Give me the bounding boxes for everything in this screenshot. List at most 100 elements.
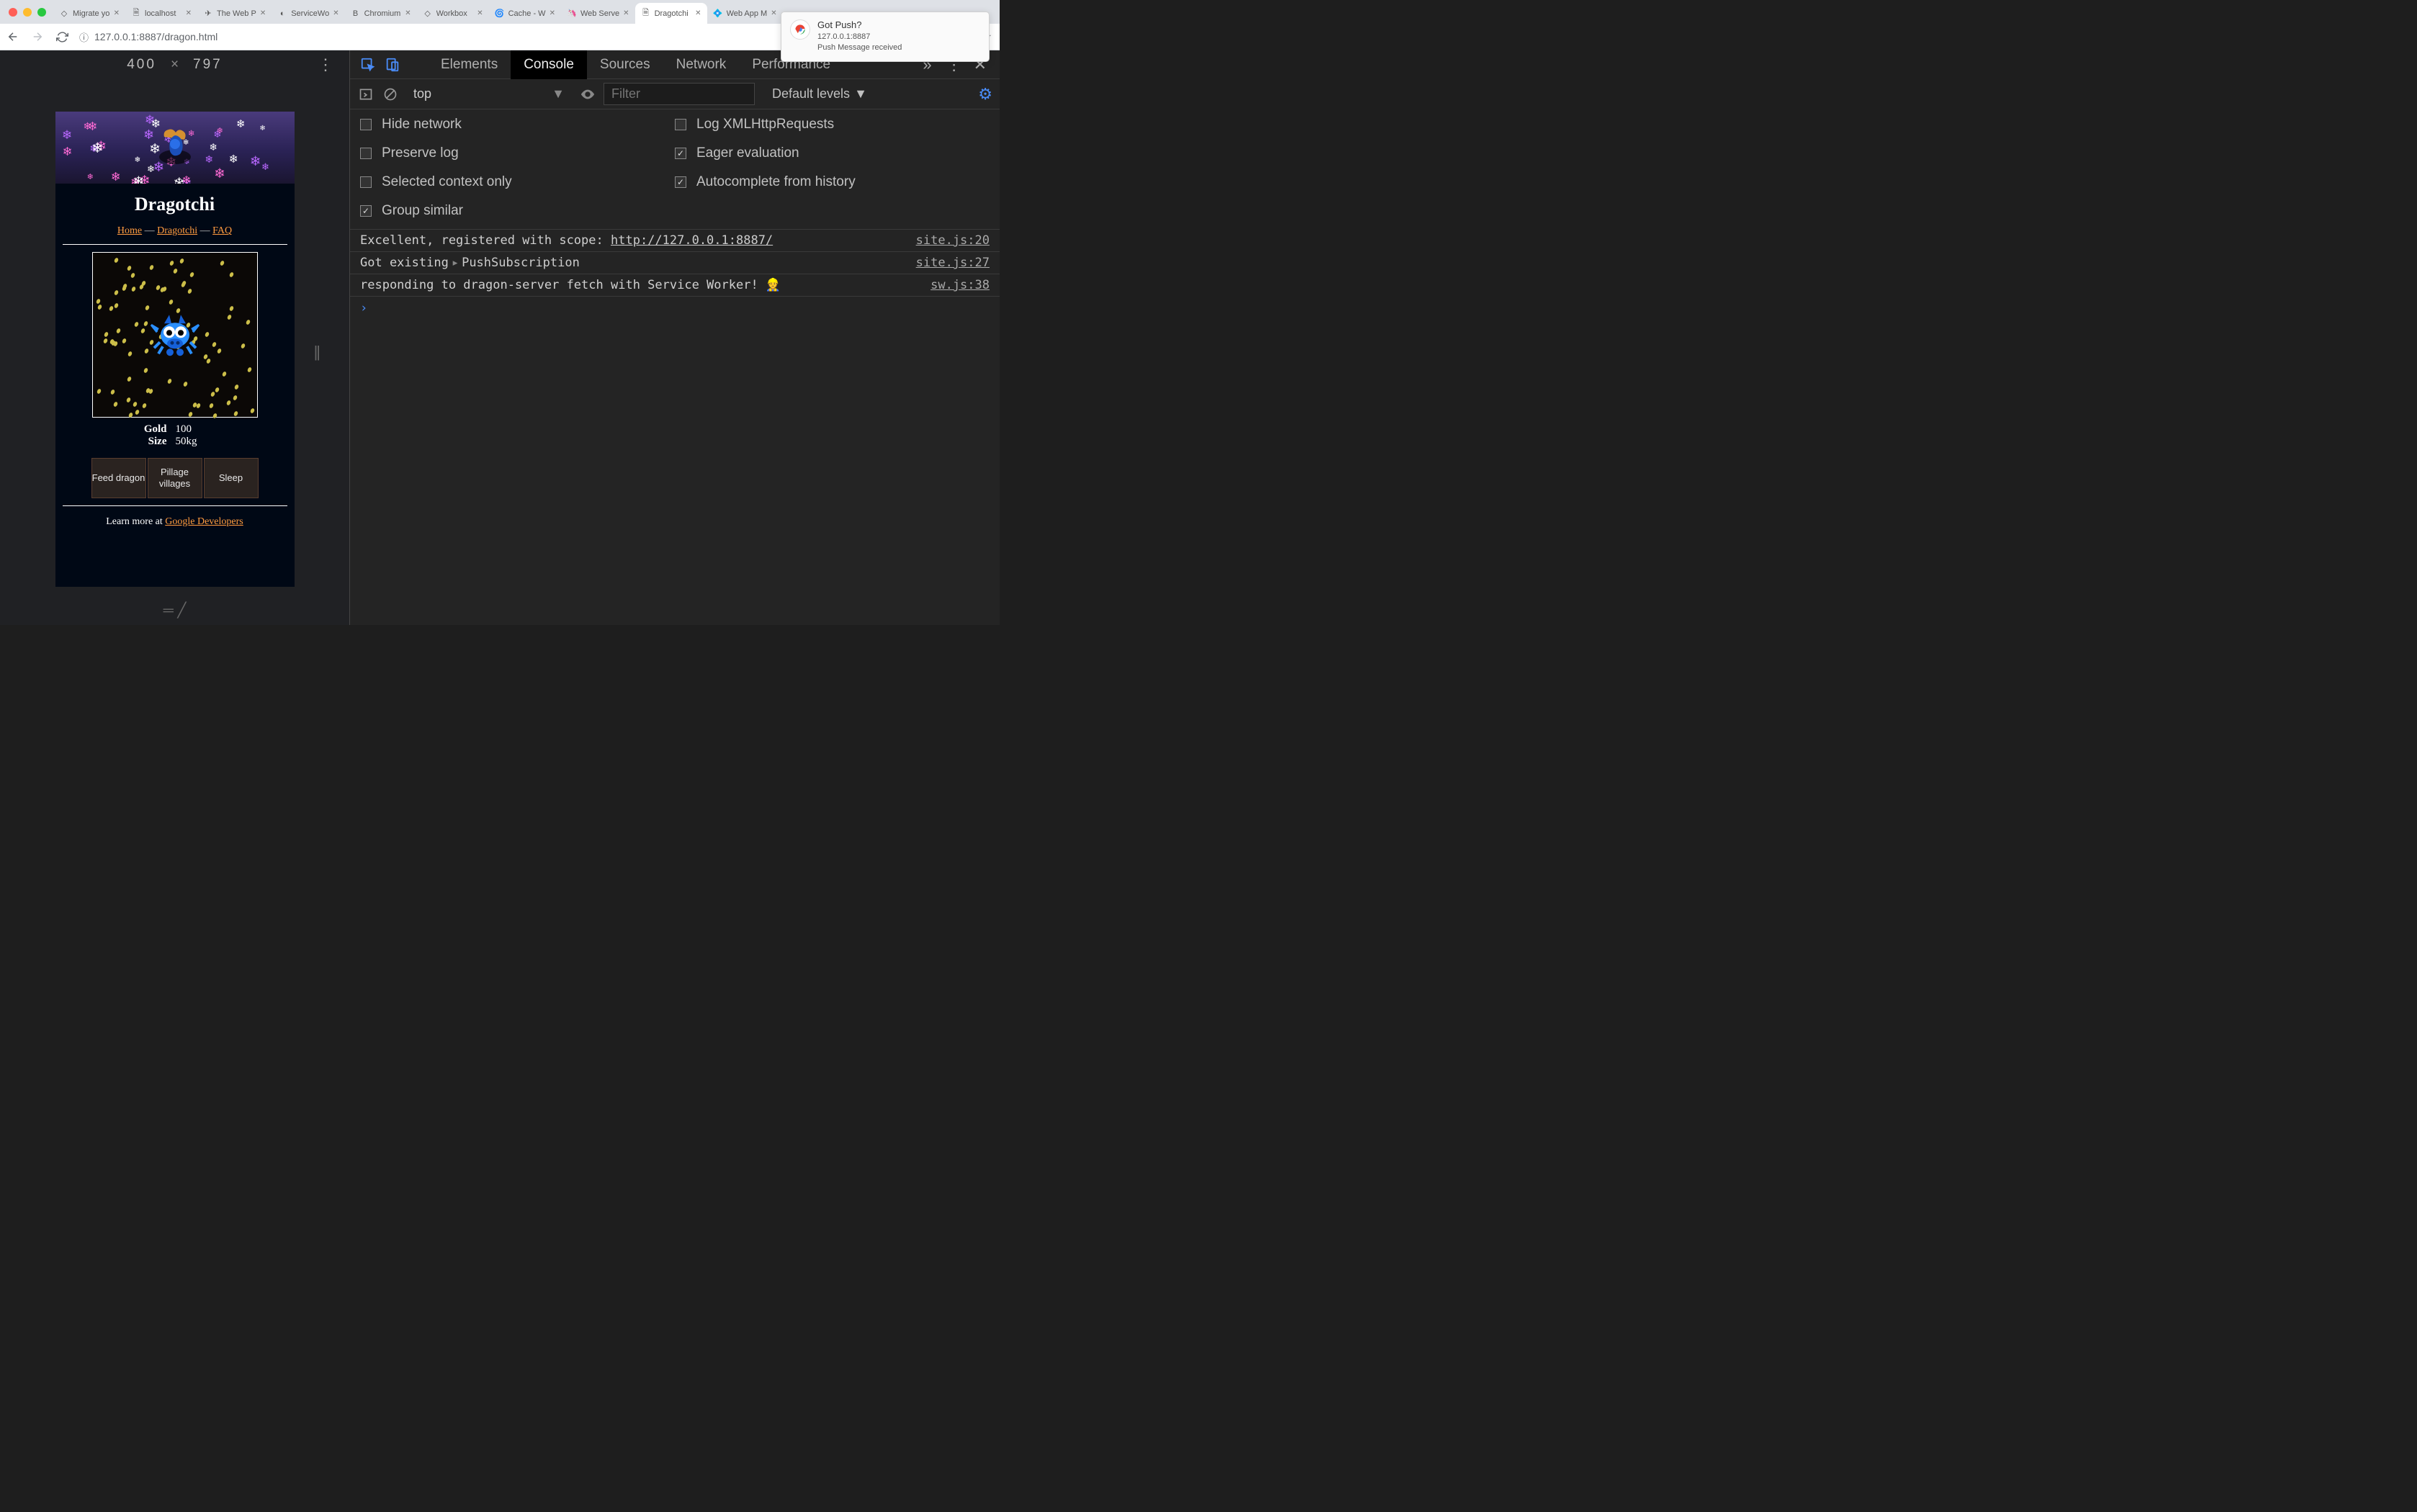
eager-eval-checkbox[interactable] bbox=[675, 148, 686, 159]
device-menu-button[interactable]: ⋮ bbox=[318, 55, 333, 74]
tab-close-icon[interactable]: ✕ bbox=[771, 9, 776, 17]
expand-object-icon[interactable]: ▸ bbox=[452, 256, 459, 270]
gold-coin-icon bbox=[109, 305, 114, 311]
bottom-resize-handle[interactable]: ═ ╱ bbox=[163, 601, 187, 619]
gold-coin-icon bbox=[127, 266, 132, 271]
browser-tab[interactable]: ◐ServiceWo✕ bbox=[272, 3, 344, 24]
inspect-element-button[interactable] bbox=[357, 54, 379, 76]
tab-close-icon[interactable]: ✕ bbox=[695, 9, 701, 17]
group-similar-checkbox[interactable] bbox=[360, 205, 372, 217]
snowflake-icon: ❄ bbox=[62, 127, 73, 139]
back-button[interactable] bbox=[6, 30, 20, 44]
device-toolbar: 400 × 797 ⋮ bbox=[0, 50, 349, 79]
log-source-link[interactable]: site.js:27 bbox=[916, 256, 990, 270]
tab-title: Migrate yo bbox=[73, 9, 110, 18]
gold-coin-icon bbox=[226, 400, 231, 405]
console-settings-button[interactable]: ⚙ bbox=[978, 85, 992, 104]
browser-tab[interactable]: BChromium✕ bbox=[345, 3, 417, 24]
tab-favicon: ◐ bbox=[277, 9, 287, 19]
game-canvas[interactable] bbox=[92, 252, 258, 418]
tab-close-icon[interactable]: ✕ bbox=[623, 9, 629, 17]
gold-coin-icon bbox=[233, 395, 238, 400]
feed-dragon-button[interactable]: Feed dragon bbox=[91, 458, 146, 498]
browser-tab[interactable]: ◇Migrate yo✕ bbox=[53, 3, 125, 24]
tab-favicon: 🗎 bbox=[131, 9, 141, 19]
gold-coin-icon bbox=[220, 260, 225, 266]
console-prompt[interactable]: › bbox=[350, 297, 1000, 320]
notification-body: Push Message received bbox=[817, 42, 902, 53]
log-source-link[interactable]: site.js:20 bbox=[916, 233, 990, 248]
device-height[interactable]: 797 bbox=[193, 57, 223, 73]
console-sidebar-toggle[interactable] bbox=[357, 86, 375, 103]
device-toggle-button[interactable] bbox=[382, 54, 403, 76]
browser-tab[interactable]: 🦄Web Serve✕ bbox=[561, 3, 635, 24]
pillage-button[interactable]: Pillage villages bbox=[148, 458, 202, 498]
window-maximize-button[interactable] bbox=[37, 8, 46, 17]
gold-coin-icon bbox=[126, 397, 131, 402]
browser-tab[interactable]: 🗎 localhost ✕ bbox=[125, 3, 197, 24]
tab-elements[interactable]: Elements bbox=[428, 50, 511, 79]
snowflake-icon: ❄ bbox=[214, 166, 225, 177]
sleep-button[interactable]: Sleep bbox=[204, 458, 259, 498]
browser-tab[interactable]: ✈The Web P✕ bbox=[197, 3, 272, 24]
gold-coin-icon bbox=[167, 378, 172, 384]
snowflake-icon: ❄ bbox=[210, 142, 221, 153]
tab-title: localhost bbox=[145, 9, 182, 18]
device-width[interactable]: 400 bbox=[127, 57, 156, 73]
page-header: ❄❄❄❄❄❄❄❄❄❄❄❄❄❄❄❄❄❄❄❄❄❄❄❄❄❄❄❄❄❄❄❄❄❄❄❄❄❄ bbox=[55, 112, 295, 184]
browser-tab[interactable]: ◇Workbox✕ bbox=[417, 3, 489, 24]
size-value: 50kg bbox=[176, 436, 212, 448]
autocomplete-checkbox[interactable] bbox=[675, 176, 686, 188]
log-url-link[interactable]: http://127.0.0.1:8887/ bbox=[611, 233, 773, 248]
clear-console-button[interactable] bbox=[382, 86, 399, 103]
window-minimize-button[interactable] bbox=[23, 8, 32, 17]
live-expression-button[interactable] bbox=[579, 86, 596, 103]
tab-title: Web App M bbox=[727, 9, 768, 18]
gold-coin-icon bbox=[229, 272, 234, 278]
tab-close-icon[interactable]: ✕ bbox=[186, 9, 192, 17]
log-source-link[interactable]: sw.js:38 bbox=[931, 278, 990, 292]
log-xhr-checkbox[interactable] bbox=[675, 119, 686, 130]
gold-coin-icon bbox=[126, 376, 131, 382]
forward-button[interactable] bbox=[30, 30, 45, 44]
gold-coin-icon bbox=[134, 409, 139, 415]
window-close-button[interactable] bbox=[9, 8, 17, 17]
gold-coin-icon bbox=[183, 381, 188, 387]
gold-coin-icon bbox=[116, 328, 121, 333]
nav-home-link[interactable]: Home bbox=[117, 225, 142, 236]
push-notification[interactable]: Got Push? 127.0.0.1:8887 Push Message re… bbox=[781, 12, 990, 62]
gold-coin-icon bbox=[229, 305, 234, 311]
gold-coin-icon bbox=[210, 392, 215, 397]
tab-close-icon[interactable]: ✕ bbox=[405, 9, 411, 17]
tab-close-icon[interactable]: ✕ bbox=[114, 9, 120, 17]
browser-tab[interactable]: 💠Web App M✕ bbox=[707, 3, 783, 24]
tab-favicon: 🦄 bbox=[567, 9, 577, 19]
tab-console[interactable]: Console bbox=[511, 50, 587, 79]
nav-dragotchi-link[interactable]: Dragotchi bbox=[157, 225, 197, 236]
snowflake-icon: ❄ bbox=[259, 125, 271, 136]
hide-network-checkbox[interactable] bbox=[360, 119, 372, 130]
preserve-log-checkbox[interactable] bbox=[360, 148, 372, 159]
resize-handle[interactable]: || bbox=[314, 343, 319, 361]
nav-faq-link[interactable]: FAQ bbox=[212, 225, 232, 236]
log-levels-selector[interactable]: Default levels ▼ bbox=[772, 86, 867, 102]
tab-sources[interactable]: Sources bbox=[587, 50, 663, 79]
gold-coin-icon bbox=[189, 271, 194, 277]
tab-close-icon[interactable]: ✕ bbox=[477, 9, 483, 17]
console-filter-input[interactable] bbox=[604, 83, 755, 105]
reload-button[interactable] bbox=[55, 30, 69, 44]
snowflake-icon: ❄ bbox=[91, 140, 103, 151]
selected-context-checkbox[interactable] bbox=[360, 176, 372, 188]
google-developers-link[interactable]: Google Developers bbox=[165, 516, 243, 527]
browser-tab[interactable]: 🌀Cache - W✕ bbox=[489, 3, 561, 24]
snowflake-icon: ❄ bbox=[182, 174, 194, 184]
emulated-viewport[interactable]: ❄❄❄❄❄❄❄❄❄❄❄❄❄❄❄❄❄❄❄❄❄❄❄❄❄❄❄❄❄❄❄❄❄❄❄❄❄❄ D… bbox=[55, 112, 295, 587]
browser-tab[interactable]: 🗎Dragotchi✕ bbox=[635, 3, 707, 24]
tab-close-icon[interactable]: ✕ bbox=[333, 9, 338, 17]
context-selector[interactable]: top ▼ bbox=[406, 86, 572, 102]
gold-coin-icon bbox=[148, 389, 153, 395]
site-info-icon[interactable]: ⓘ bbox=[79, 30, 89, 44]
tab-network[interactable]: Network bbox=[663, 50, 740, 79]
tab-close-icon[interactable]: ✕ bbox=[260, 9, 266, 17]
tab-close-icon[interactable]: ✕ bbox=[550, 9, 555, 17]
